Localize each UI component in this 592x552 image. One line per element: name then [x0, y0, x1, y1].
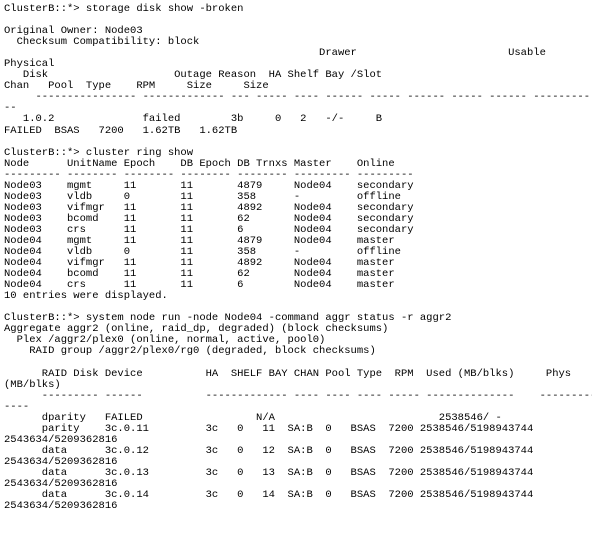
terminal-line: RAID group /aggr2/plex0/rg0 (degraded, b…: [4, 345, 376, 358]
terminal-line: Drawer Usable: [4, 47, 546, 60]
terminal-line: ClusterB::*> storage disk show -broken: [4, 3, 244, 15]
terminal-line: --------- ------ ------------- ---- ----…: [4, 389, 592, 402]
terminal-line: ClusterB::*> cluster ring show: [4, 146, 194, 159]
terminal-line: 1.0.2 failed 3b 0 2 -/- B: [4, 113, 383, 126]
terminal-line: FAILED BSAS 7200 1.62TB 1.62TB: [4, 124, 238, 137]
terminal-line: 10 entries were displayed.: [4, 290, 168, 303]
terminal-output[interactable]: ClusterB::*> storage disk show -broken O…: [0, 0, 592, 552]
terminal-line: RAID Disk Device HA SHELF BAY CHAN Pool …: [4, 367, 572, 380]
terminal-line: ---------------- ------------- --- -----…: [4, 91, 592, 104]
terminal-line: (MB/blks): [4, 378, 61, 391]
terminal-line: 2543634/5209362816: [4, 500, 118, 513]
